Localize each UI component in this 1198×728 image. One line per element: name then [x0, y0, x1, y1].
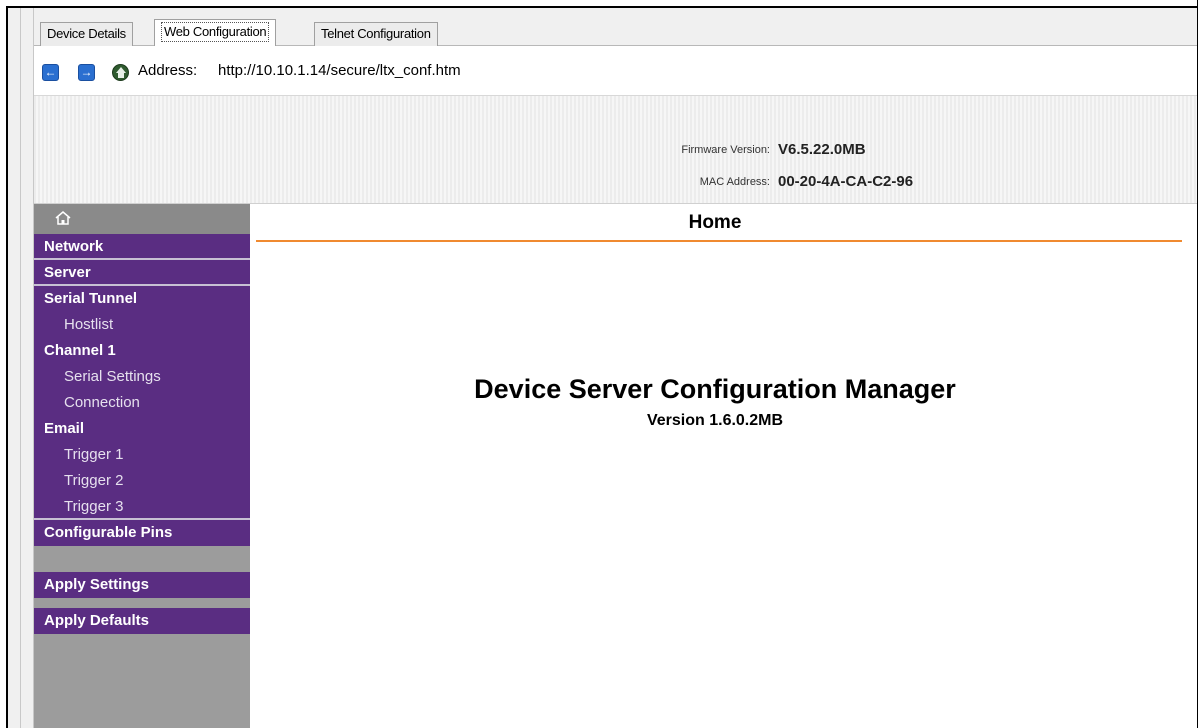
sidebar-group-main: Network Server Serial Tunnel Hostlist Ch…	[34, 234, 250, 546]
sidebar-item-serial-settings[interactable]: Serial Settings	[34, 364, 250, 390]
tab-web-configuration[interactable]: Web Configuration	[154, 19, 277, 47]
home-icon[interactable]	[112, 64, 129, 81]
tab-device-details[interactable]: Device Details	[40, 22, 133, 46]
firmware-version-label: Firmware Version:	[681, 144, 770, 156]
tab-web-configuration-label: Web Configuration	[161, 22, 270, 42]
tab-telnet-configuration[interactable]: Telnet Configuration	[314, 22, 438, 46]
sidebar-item-trigger-2[interactable]: Trigger 2	[34, 468, 250, 494]
sidebar-item-network[interactable]: Network	[34, 234, 250, 260]
title-divider	[256, 240, 1182, 242]
sidebar-item-trigger-1[interactable]: Trigger 1	[34, 442, 250, 468]
home-icon	[55, 211, 71, 225]
app-name-heading: Device Server Configuration Manager	[474, 374, 956, 404]
sidebar-item-hostlist[interactable]: Hostlist	[34, 312, 250, 338]
apply-settings-button[interactable]: Apply Settings	[34, 572, 250, 598]
sidebar-item-channel-1[interactable]: Channel 1	[34, 338, 250, 364]
address-bar: ← → Address:	[34, 46, 1198, 96]
sidebar-item-serial-tunnel[interactable]: Serial Tunnel	[34, 286, 250, 312]
left-gutter	[8, 8, 34, 728]
firmware-version-value: V6.5.22.0MB	[778, 141, 866, 158]
main-content: Home Device Server Configuration Manager…	[250, 204, 1198, 728]
sidebar-item-configurable-pins[interactable]: Configurable Pins	[34, 520, 250, 546]
sidebar-item-connection[interactable]: Connection	[34, 390, 250, 416]
sidebar: Network Server Serial Tunnel Hostlist Ch…	[34, 204, 250, 728]
window-frame: Device Details Web Configuration Telnet …	[6, 6, 1198, 728]
device-header: Firmware Version: V6.5.22.0MB MAC Addres…	[34, 96, 1198, 204]
sidebar-apply-settings: Apply Settings	[34, 572, 250, 598]
page-title: Home	[688, 212, 742, 233]
arrow-right-icon[interactable]: →	[78, 64, 95, 81]
sidebar-item-email[interactable]: Email	[34, 416, 250, 442]
tab-strip: Device Details Web Configuration Telnet …	[34, 8, 1198, 47]
address-label: Address:	[138, 62, 198, 79]
apply-defaults-button[interactable]: Apply Defaults	[34, 608, 250, 634]
arrow-left-icon[interactable]: ←	[42, 64, 59, 81]
sidebar-item-trigger-3[interactable]: Trigger 3	[34, 494, 250, 520]
app-version-text: Version 1.6.0.2MB	[646, 412, 784, 429]
mac-address-label: MAC Address:	[699, 176, 770, 188]
address-input[interactable]	[218, 62, 818, 79]
sidebar-item-server[interactable]: Server	[34, 260, 250, 286]
sidebar-apply-defaults: Apply Defaults	[34, 608, 250, 634]
sidebar-home[interactable]	[34, 204, 250, 234]
mac-address-value: 00-20-4A-CA-C2-96	[778, 173, 914, 190]
